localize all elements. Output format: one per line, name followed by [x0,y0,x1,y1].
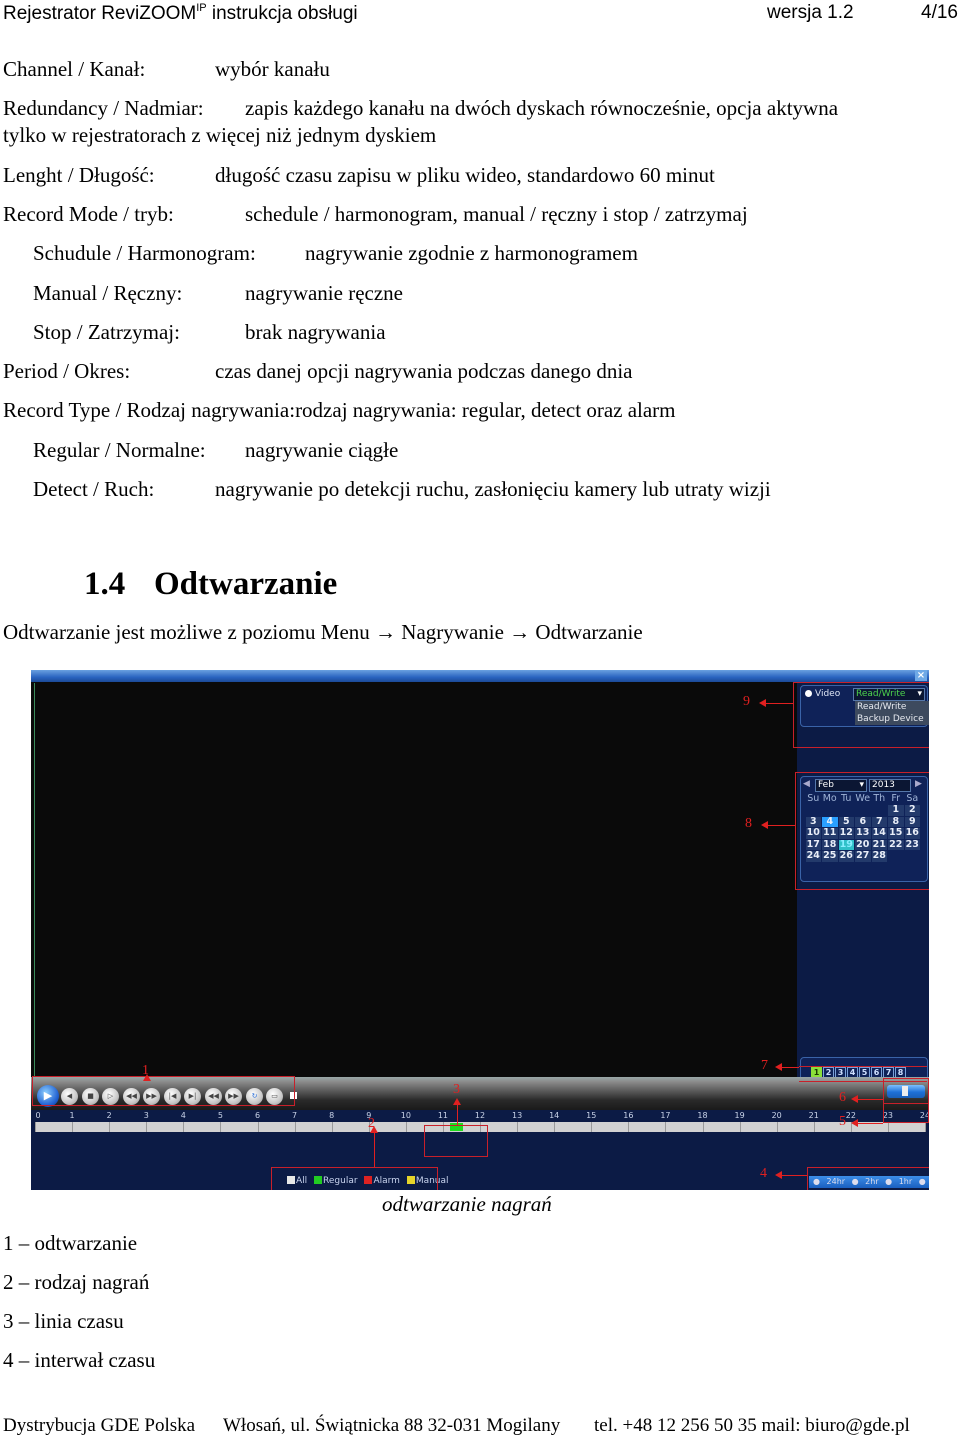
hour-label: 8 [329,1111,335,1120]
hour-label: 7 [292,1111,298,1120]
close-icon[interactable]: × [915,670,927,681]
hour-tick [665,1122,667,1132]
arrow-icon [851,1119,883,1127]
annotation-box-4 [807,1167,929,1190]
hour-label: 5 [217,1111,223,1120]
window-titlebar: × [31,670,929,682]
document-title: Rejestrator ReviZOOMIP instrukcja obsług… [3,2,358,24]
hour-label: 13 [511,1111,523,1120]
hour-tick [628,1122,630,1132]
arrow-icon [851,1095,883,1103]
definition-redundancy-cont: tylko w rejestratorach z więcej niż jedn… [3,123,437,147]
hour-tick [591,1122,593,1132]
arrow-icon [453,1098,461,1125]
arrow-icon [775,1063,799,1071]
page-number: 4/16 [921,2,958,23]
hour-label: 2 [106,1111,112,1120]
hour-label: 0 [35,1111,41,1120]
hour-tick [925,1122,926,1132]
document-version: wersja 1.2 [767,2,854,23]
annotation-label-5: 5 [839,1114,846,1129]
hour-label: 17 [660,1111,671,1120]
page-header: Rejestrator ReviZOOMIP instrukcja obsług… [3,2,960,28]
hour-label: 18 [697,1111,708,1120]
hour-tick [776,1122,778,1132]
figure-caption: odtwarzanie nagrań [382,1192,552,1216]
hour-label: 15 [586,1111,597,1120]
hour-tick [554,1122,556,1132]
hour-label: 20 [771,1111,782,1120]
annotation-box-5 [883,1103,929,1123]
video-area [34,683,798,1078]
hour-label: 21 [808,1111,819,1120]
hour-label: 16 [623,1111,634,1120]
hour-label: 3 [143,1111,149,1120]
annotation-box-9 [793,682,929,748]
annotation-label-8: 8 [745,816,752,831]
hour-tick [517,1122,519,1132]
annotation-label-3: 3 [453,1082,460,1097]
hour-tick [405,1122,407,1132]
hour-tick [109,1122,111,1132]
footer-contact: tel. +48 12 256 50 35 mail: biuro@gde.pl [594,1415,910,1436]
section-heading: 1.4 Odtwarzanie [84,566,338,602]
annotation-box-3 [424,1125,488,1157]
hour-label: 14 [549,1111,560,1120]
hour-tick [257,1122,259,1132]
page-footer: Dystrybucja GDE Polska Włosań, ul. Świąt… [3,1415,910,1437]
hour-tick [220,1122,222,1132]
annotation-box-2 [271,1167,438,1190]
annotation-label-9: 9 [743,694,750,709]
legend-item: 1 – odtwarzanie [3,1231,138,1255]
arrow-icon [759,699,793,707]
hour-tick [739,1122,741,1132]
annotation-box-1 [32,1076,295,1106]
hour-label: 6 [254,1111,261,1120]
hour-tick [887,1122,889,1132]
annotation-label-6: 6 [839,1090,846,1105]
hour-label: 10 [400,1111,411,1120]
arrow-icon [370,1126,378,1167]
hour-label: 11 [437,1111,448,1120]
footer-address: Włosań, ul. Świątnicka 88 32-031 Mogilan… [223,1415,561,1436]
footer-company: Dystrybucja GDE Polska [3,1415,196,1436]
section-intro: Odtwarzanie jest możliwe z poziomu Menu … [3,620,643,644]
hour-tick [35,1122,36,1132]
legend-item: 3 – linia czasu [3,1309,124,1333]
legend-item: 2 – rodzaj nagrań [3,1270,150,1294]
hour-label: 1 [69,1111,75,1120]
annotation-box-6 [883,1078,929,1104]
hour-tick [294,1122,296,1132]
hour-tick [146,1122,148,1132]
playback-screenshot: × Video Read/Write ▾ Read/Write Backup De… [31,670,929,1190]
hour-label: 4 [180,1111,186,1120]
annotation-label-7: 7 [761,1058,768,1073]
annotation-label-4: 4 [760,1166,767,1181]
hour-tick [813,1122,815,1132]
arrow-icon [761,821,795,829]
hour-label: 19 [734,1111,745,1120]
arrow-icon [775,1171,807,1179]
definition-record-type: Record Type / Rodzaj nagrywania:rodzaj n… [3,398,676,422]
legend-item: 4 – interwał czasu [3,1348,156,1372]
annotation-box-8 [795,772,929,890]
hour-tick [72,1122,74,1132]
hour-tick [183,1122,185,1132]
hour-tick [702,1122,704,1132]
hour-tick [331,1122,333,1132]
hour-label: 12 [474,1111,486,1120]
